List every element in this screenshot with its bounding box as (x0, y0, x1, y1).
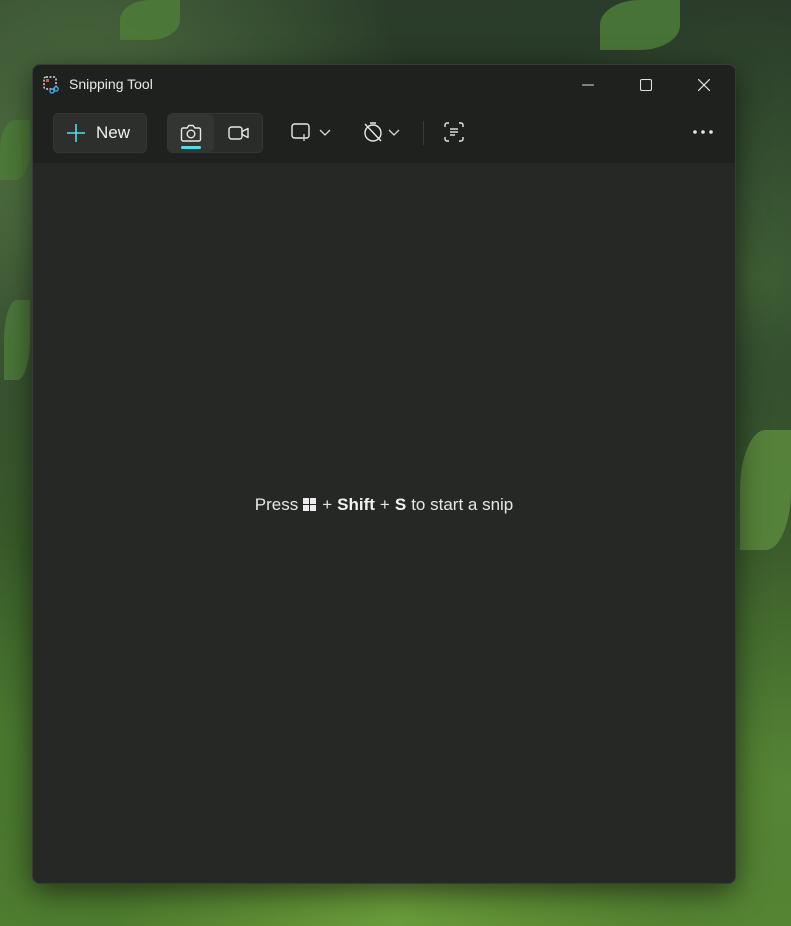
snip-mode-button[interactable] (168, 114, 214, 152)
maximize-button[interactable] (617, 65, 675, 105)
hint-shift-key: Shift (337, 495, 375, 514)
snip-canvas-area: Press + Shift + S to start a snip (33, 163, 735, 883)
wallpaper-foliage (0, 120, 30, 180)
capture-mode-toggle (167, 113, 263, 153)
hint-press-text: Press (254, 495, 299, 514)
text-actions-icon (444, 122, 464, 142)
more-ellipsis-icon (693, 130, 713, 134)
toolbar-separator (423, 121, 424, 145)
new-snip-button[interactable]: New (53, 113, 147, 153)
snip-shape-dropdown[interactable] (287, 113, 335, 151)
hint-s-key: S (394, 495, 407, 514)
video-camera-icon (228, 126, 249, 140)
delay-dropdown[interactable] (357, 113, 405, 151)
rectangle-snip-icon (291, 123, 310, 141)
toolbar: New (33, 105, 735, 164)
minimize-icon (582, 84, 594, 86)
window-title: Snipping Tool (69, 76, 153, 92)
active-mode-indicator (181, 146, 201, 149)
title-bar[interactable]: Snipping Tool (33, 65, 735, 105)
wallpaper-foliage (600, 0, 680, 50)
chevron-down-icon (319, 129, 331, 136)
wallpaper-foliage (740, 430, 791, 550)
minimize-button[interactable] (559, 65, 617, 105)
more-options-button[interactable] (683, 113, 723, 151)
wallpaper-foliage (4, 300, 30, 380)
close-icon (698, 79, 710, 91)
windows-key-icon (303, 498, 317, 512)
maximize-icon (640, 79, 652, 91)
no-timer-icon (364, 122, 382, 142)
record-mode-button[interactable] (216, 114, 262, 152)
hint-plus-2: + (379, 495, 390, 514)
plus-icon (67, 124, 85, 142)
chevron-down-icon (388, 129, 400, 136)
new-button-label: New (96, 123, 131, 142)
close-button[interactable] (675, 65, 733, 105)
snipping-tool-app-icon (43, 76, 59, 94)
hint-rest-text: to start a snip (411, 495, 514, 514)
text-actions-button[interactable] (435, 113, 473, 151)
snipping-tool-window: Snipping Tool New Press + Shift + S to s… (32, 64, 736, 884)
start-snip-hint: Press + Shift + S to start a snip (33, 495, 735, 515)
camera-icon (180, 124, 202, 142)
wallpaper-foliage (120, 0, 180, 40)
hint-plus-1: + (322, 495, 333, 514)
